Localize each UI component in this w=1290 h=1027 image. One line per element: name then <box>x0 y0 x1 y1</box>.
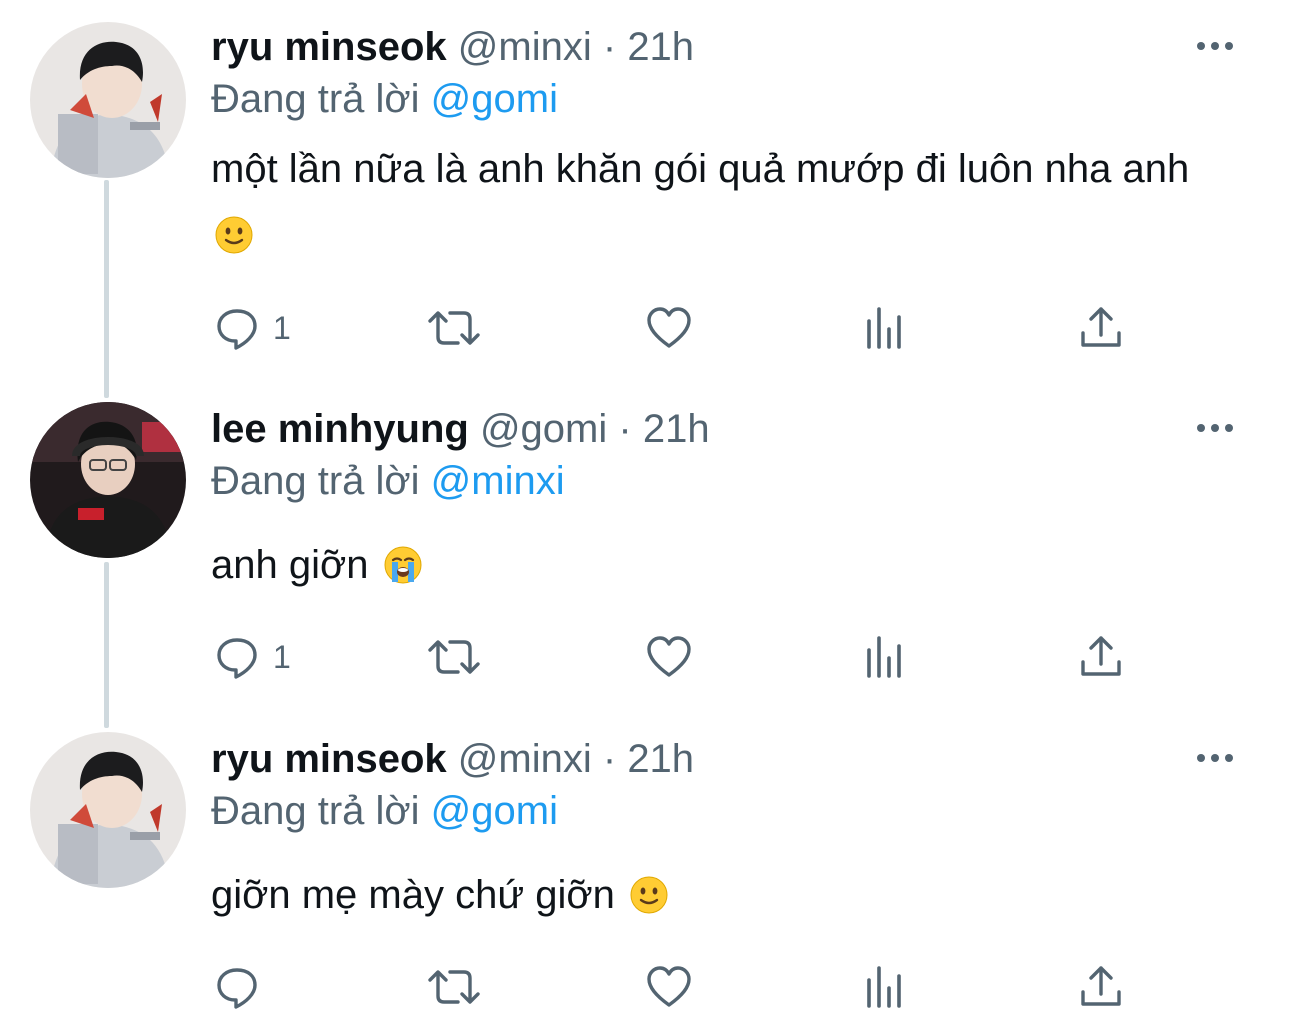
tweet-text-content: một lần nữa là anh khăn gói quả mướp đi … <box>211 147 1190 191</box>
replying-to: Đang trả lời @minxi <box>211 456 565 506</box>
heart-icon <box>645 964 693 1010</box>
avatar[interactable] <box>30 402 186 558</box>
views-button[interactable] <box>863 303 907 353</box>
tweet-header: ryu minseok @minxi · 21h <box>211 22 694 72</box>
reply-icon <box>215 305 261 351</box>
tweet-text-content: giỡn mẹ mày chứ giỡn <box>211 873 615 917</box>
user-handle[interactable]: @minxi <box>458 737 592 781</box>
heart-icon <box>645 634 693 680</box>
reply-icon <box>215 964 261 1010</box>
display-name[interactable]: ryu minseok <box>211 737 447 781</box>
tweet-header: ryu minseok @minxi · 21h <box>211 734 694 784</box>
reply-button[interactable]: 1 <box>215 303 291 353</box>
retweet-icon <box>426 964 482 1010</box>
tweet-actions: 1 <box>211 303 1141 353</box>
slightly-smiling-face-emoji <box>630 868 668 914</box>
reply-button[interactable] <box>215 962 273 1012</box>
timestamp[interactable]: 21h <box>643 407 710 451</box>
separator-dot: · <box>602 25 617 69</box>
analytics-icon <box>863 964 907 1010</box>
user-handle[interactable]: @gomi <box>480 407 607 451</box>
views-button[interactable] <box>863 962 907 1012</box>
display-name[interactable]: ryu minseok <box>211 25 447 69</box>
user-handle[interactable]: @minxi <box>458 25 592 69</box>
more-options-icon[interactable] <box>1196 748 1234 768</box>
timestamp[interactable]: 21h <box>627 737 694 781</box>
share-button[interactable] <box>1079 962 1123 1012</box>
views-button[interactable] <box>863 632 907 682</box>
share-button[interactable] <box>1079 632 1123 682</box>
separator-dot: · <box>602 737 617 781</box>
replying-to-label: Đang trả lời <box>211 77 420 121</box>
tweet-text: một lần nữa là anh khăn gói quả mướp đi … <box>211 136 1221 268</box>
replying-to-label: Đang trả lời <box>211 789 420 833</box>
share-icon <box>1079 305 1123 351</box>
reply-button[interactable]: 1 <box>215 632 291 682</box>
avatar[interactable] <box>30 732 186 888</box>
replying-to: Đang trả lời @gomi <box>211 74 558 124</box>
replying-to: Đang trả lời @gomi <box>211 786 558 836</box>
analytics-icon <box>863 305 907 351</box>
tweet-text: giỡn mẹ mày chứ giỡn <box>211 862 1221 928</box>
reply-count: 1 <box>273 638 291 675</box>
share-button[interactable] <box>1079 303 1123 353</box>
retweet-button[interactable] <box>426 303 482 353</box>
tweet-text: anh giỡn <box>211 532 1221 598</box>
like-button[interactable] <box>645 303 693 353</box>
retweet-button[interactable] <box>426 962 482 1012</box>
like-button[interactable] <box>645 632 693 682</box>
tweet-actions: 1 <box>211 632 1141 682</box>
retweet-icon <box>426 305 482 351</box>
avatar[interactable] <box>30 22 186 178</box>
separator-dot: · <box>618 407 632 451</box>
reply-count: 1 <box>273 309 291 346</box>
thread-line <box>104 562 109 728</box>
replying-to-label: Đang trả lời <box>211 459 420 503</box>
thread-line <box>104 180 109 398</box>
mention-link[interactable]: @gomi <box>431 77 558 121</box>
heart-icon <box>645 305 693 351</box>
mention-link[interactable]: @minxi <box>431 459 565 503</box>
tweet-actions <box>211 962 1141 1012</box>
tweet-text-content: anh giỡn <box>211 543 369 587</box>
like-button[interactable] <box>645 962 693 1012</box>
reply-icon <box>215 634 261 680</box>
analytics-icon <box>863 634 907 680</box>
timestamp[interactable]: 21h <box>627 25 694 69</box>
more-options-icon[interactable] <box>1196 36 1234 56</box>
loudly-crying-face-emoji <box>384 538 422 584</box>
retweet-button[interactable] <box>426 632 482 682</box>
slightly-smiling-face-emoji <box>215 208 253 254</box>
display-name[interactable]: lee minhyung <box>211 407 469 451</box>
more-options-icon[interactable] <box>1196 418 1234 438</box>
tweet-header: lee minhyung @gomi · 21h <box>211 404 710 454</box>
retweet-icon <box>426 634 482 680</box>
mention-link[interactable]: @gomi <box>431 789 558 833</box>
share-icon <box>1079 634 1123 680</box>
share-icon <box>1079 964 1123 1010</box>
